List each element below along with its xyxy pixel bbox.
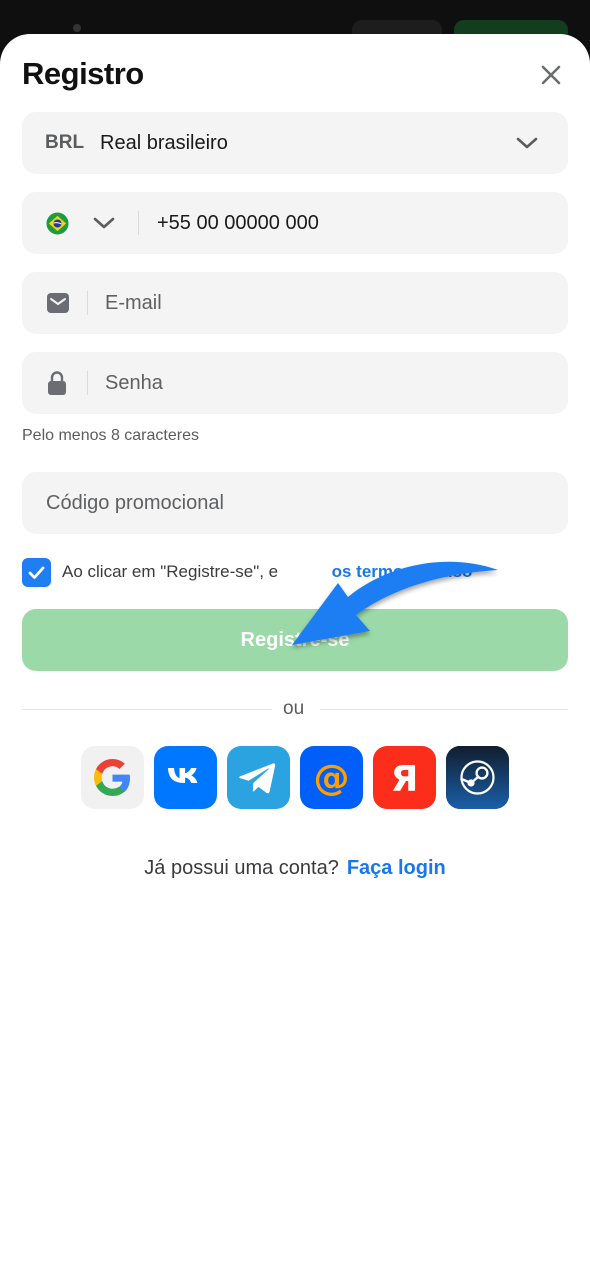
chevron-down-icon[interactable] (93, 215, 115, 231)
phone-input[interactable]: +55 00 00000 000 (157, 212, 319, 234)
telegram-icon (239, 763, 276, 794)
vk-icon (168, 768, 198, 783)
login-question: Já possui uma conta? (144, 857, 339, 879)
password-hint: Pelo menos 8 caracteres (22, 427, 199, 444)
telegram-login-button[interactable] (227, 746, 290, 809)
promo-code-input[interactable]: Código promocional (46, 492, 224, 514)
brazil-flag-icon[interactable] (46, 212, 69, 235)
page-title: Registro (22, 56, 144, 91)
mail-ru-icon: @ (314, 758, 350, 799)
google-login-button[interactable] (81, 746, 144, 809)
promo-code-field[interactable]: Código promocional (22, 472, 568, 534)
password-field[interactable]: Senha (22, 352, 568, 414)
pointer-arrow-icon (292, 561, 498, 645)
login-prompt: Já possui uma conta? Faça login (0, 857, 590, 880)
checkmark-icon (28, 566, 45, 579)
steam-icon (446, 746, 509, 809)
google-icon (94, 759, 130, 796)
terms-prefix: Ao clicar em "Registre-se", e (62, 562, 279, 581)
lock-icon (48, 371, 66, 395)
svg-text:@: @ (314, 758, 350, 799)
chevron-down-icon (516, 137, 538, 149)
field-divider (87, 371, 88, 395)
svg-text:Я: Я (391, 759, 419, 800)
terms-checkbox[interactable] (22, 558, 51, 587)
divider-line-right (320, 709, 568, 710)
yandex-login-button[interactable]: Я (373, 746, 436, 809)
vk-login-button[interactable] (154, 746, 217, 809)
status-dot (73, 24, 81, 32)
currency-name: Real brasileiro (100, 132, 228, 154)
email-field[interactable]: E-mail (22, 272, 568, 334)
login-link[interactable]: Faça login (347, 857, 446, 879)
steam-login-button[interactable] (446, 746, 509, 809)
divider-label: ou (283, 698, 305, 719)
currency-select[interactable]: BRL Real brasileiro (22, 112, 568, 174)
currency-code: BRL (45, 132, 85, 153)
divider-line-left (22, 709, 272, 710)
registration-sheet: Registro BRL Real brasileiro +55 00 0000… (0, 34, 590, 1280)
yandex-icon: Я (391, 759, 419, 800)
mail-icon (47, 293, 69, 313)
field-divider (87, 291, 88, 315)
phone-field[interactable]: +55 00 00000 000 (22, 192, 568, 254)
field-divider (138, 211, 139, 235)
password-input[interactable]: Senha (105, 372, 163, 394)
mailru-login-button[interactable]: @ (300, 746, 363, 809)
close-icon[interactable] (536, 60, 566, 90)
email-input[interactable]: E-mail (105, 292, 162, 314)
